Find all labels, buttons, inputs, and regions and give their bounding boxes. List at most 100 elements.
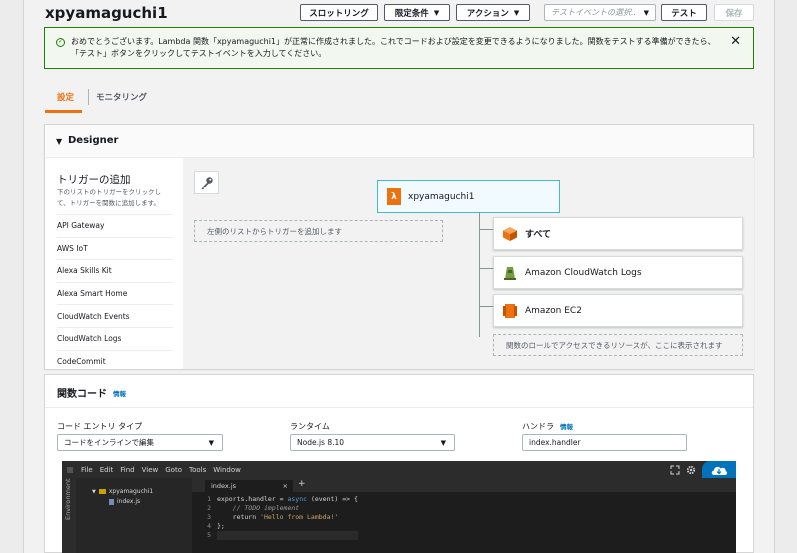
resource-ec2[interactable]: Amazon EC2 <box>493 294 743 327</box>
menu-goto[interactable]: Goto <box>165 466 182 474</box>
cloud-icon[interactable] <box>702 461 736 478</box>
save-button-label: 保存 <box>725 8 743 19</box>
code-entry-type-value: コードをインラインで編集 <box>64 438 154 447</box>
chevron-down-icon: ▼ <box>643 8 649 17</box>
runtime-select[interactable]: Node.js 8.10 ▼ <box>290 434 455 451</box>
function-node-label: xpyamaguchi1 <box>408 191 475 202</box>
line-number: 5 <box>207 531 211 539</box>
trigger-title: トリガーの追加 <box>57 174 131 186</box>
code-line: return 'Hello from Lambda!' <box>217 513 358 522</box>
fullscreen-icon[interactable] <box>670 465 680 475</box>
menu-file[interactable]: File <box>81 466 93 474</box>
caret-down-icon: ▼ <box>92 488 96 495</box>
environment-sidebar-tab[interactable]: Environment <box>62 478 76 553</box>
cloudwatch-icon <box>501 264 518 281</box>
tab-settings[interactable]: 設定 <box>57 91 74 103</box>
function-code-title: 関数コード <box>57 389 107 400</box>
handler-input[interactable]: index.handler <box>522 434 687 451</box>
actions-button[interactable]: アクション ▼ <box>456 4 530 21</box>
menu-view[interactable]: View <box>142 466 159 474</box>
trigger-drop-zone: 左側のリストからトリガーを追加します <box>194 220 443 242</box>
tree-folder-label: xpyamaguchi1 <box>108 488 154 495</box>
code-line: }; <box>217 522 225 530</box>
chevron-down-icon: ▼ <box>208 438 214 447</box>
tab-divider <box>88 89 89 105</box>
menu-tools[interactable]: Tools <box>189 466 206 474</box>
handler-info-link[interactable]: 情報 <box>560 423 573 431</box>
tree-folder[interactable]: ▼ xpyamaguchi1 <box>92 488 153 495</box>
menu-window[interactable]: Window <box>213 466 241 474</box>
cloud9-editor: File Edit Find View Goto Tools Window En… <box>62 461 736 553</box>
active-tab-indicator <box>45 110 82 113</box>
code-text: return <box>217 513 261 521</box>
code-line: // TODO implement <box>217 504 300 512</box>
menu-find[interactable]: Find <box>120 466 134 474</box>
resource-all[interactable]: すべて <box>493 217 743 250</box>
editor-tab-label: index.js <box>211 482 237 490</box>
caret-down-icon[interactable]: ▼ <box>56 137 62 146</box>
tree-file[interactable]: index.js <box>109 498 140 505</box>
console-page: xpyamaguchi1 スロットリング 限定条件 ▼ アクション ▼ テストイ… <box>23 0 775 553</box>
trigger-item-codecommit[interactable]: CodeCommit <box>57 349 173 373</box>
new-tab-icon[interactable]: + <box>298 479 306 489</box>
qualifiers-button-label: 限定条件 <box>394 8 429 19</box>
handler-value: index.handler <box>529 438 581 447</box>
environment-label: Environment <box>64 478 72 520</box>
tab-monitoring[interactable]: モニタリング <box>96 91 147 103</box>
trigger-item-alexa-skills-kit[interactable]: Alexa Skills Kit <box>57 259 173 282</box>
config-tabs: 設定 モニタリング <box>45 87 755 113</box>
resource-label: すべて <box>525 230 552 240</box>
runtime-value: Node.js 8.10 <box>297 438 345 447</box>
designer-canvas: 左側のリストからトリガーを追加します λ xpyamaguchi1 すべて Am… <box>183 158 754 369</box>
editor-tab-bar: index.js × + <box>192 478 736 492</box>
trigger-item-cloudwatch-events[interactable]: CloudWatch Events <box>57 304 173 327</box>
resource-cloudwatch-logs[interactable]: Amazon CloudWatch Logs <box>493 256 743 289</box>
function-code-header: 関数コード 情報 <box>45 375 753 408</box>
chevron-down-icon: ▼ <box>513 8 520 17</box>
trigger-description: 下のリストのトリガーをクリックして、トリガーを関数に追加します。 <box>57 188 161 207</box>
resource-label: Amazon EC2 <box>525 305 582 316</box>
key-icon[interactable] <box>194 171 219 194</box>
file-icon <box>109 498 114 505</box>
line-number: 4 <box>207 522 211 530</box>
actions-button-label: アクション <box>466 8 509 19</box>
close-icon[interactable]: × <box>283 482 288 490</box>
qualifiers-button[interactable]: 限定条件 ▼ <box>384 4 450 21</box>
code-editor[interactable]: 1 2 3 4 5 exports.handler = async (event… <box>192 492 736 553</box>
gear-icon[interactable] <box>686 465 696 475</box>
save-button[interactable]: 保存 <box>714 4 754 21</box>
code-string: 'Hello from Lambda!' <box>260 513 339 521</box>
trigger-item-cloudwatch-logs[interactable]: CloudWatch Logs <box>57 326 173 350</box>
editor-tab-index-js[interactable]: index.js × <box>205 480 293 492</box>
line-number: 2 <box>207 504 211 512</box>
trigger-item-aws-iot[interactable]: AWS IoT <box>57 236 173 260</box>
file-tree: ▼ xpyamaguchi1 index.js <box>76 478 192 553</box>
throttle-button[interactable]: スロットリング <box>300 4 378 21</box>
trigger-item-api-gateway[interactable]: API Gateway <box>57 214 173 237</box>
code-entry-type-select[interactable]: コードをインラインで編集 ▼ <box>57 434 223 451</box>
designer-title: Designer <box>68 135 119 146</box>
success-alert: ✓ おめでとうございます。Lambda 関数「xpyamaguchi1」が正常に… <box>44 27 754 69</box>
trigger-item-alexa-smart-home[interactable]: Alexa Smart Home <box>57 281 173 305</box>
trigger-list: API Gateway AWS IoT Alexa Skills Kit Ale… <box>57 214 173 372</box>
line-number: 3 <box>207 513 211 521</box>
cube-icon <box>501 225 518 242</box>
resource-drop-zone: 関数のロールでアクセスできるリソースが、ここに表示されます <box>493 334 743 356</box>
designer-header[interactable]: ▼ Designer <box>45 125 753 158</box>
function-title: xpyamaguchi1 <box>45 4 168 22</box>
check-circle-icon: ✓ <box>56 38 65 47</box>
code-line <box>217 531 358 540</box>
info-link[interactable]: 情報 <box>113 388 126 398</box>
menu-edit[interactable]: Edit <box>100 466 114 474</box>
connector-line <box>479 268 493 269</box>
close-icon[interactable]: ✕ <box>730 34 741 49</box>
tree-file-label: index.js <box>117 498 141 505</box>
runtime-label: ランタイム <box>290 422 330 431</box>
ide-toolbar-right <box>670 461 736 478</box>
connector-line <box>479 213 480 337</box>
ide-logo-icon <box>67 466 73 473</box>
function-node[interactable]: λ xpyamaguchi1 <box>377 180 560 213</box>
test-event-select[interactable]: テストイベントの選択.. ▼ <box>544 4 656 21</box>
test-button[interactable]: テスト <box>661 4 707 21</box>
code-text: (event) => { <box>307 495 358 503</box>
